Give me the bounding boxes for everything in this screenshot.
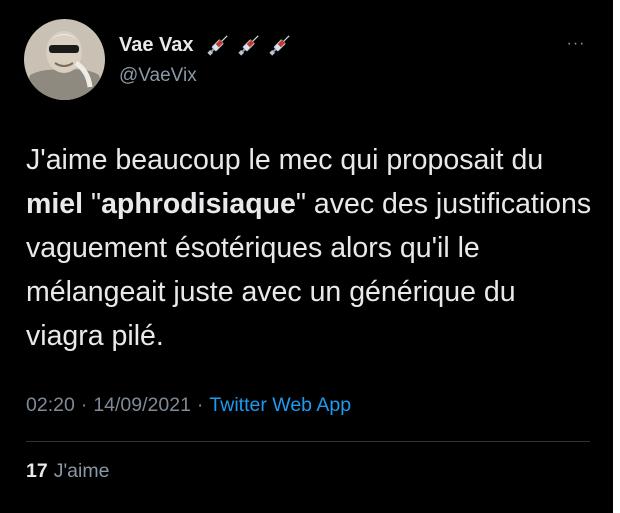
meta-separator: · bbox=[80, 394, 88, 416]
tweet-meta: 02:20 · 14/09/2021 · Twitter Web App bbox=[26, 394, 351, 417]
tweet-text-bold: aphrodisiaque bbox=[101, 188, 296, 220]
likes-stat[interactable]: 17 J'aime bbox=[26, 460, 109, 483]
syringe-icon bbox=[268, 35, 290, 56]
name-emoji-group bbox=[204, 32, 297, 58]
tweet-time[interactable]: 02:20 bbox=[26, 394, 75, 417]
likes-label: J'aime bbox=[53, 460, 110, 482]
meta-separator: · bbox=[196, 394, 204, 416]
tweet-text: J'aime beaucoup le mec qui proposait du … bbox=[26, 138, 596, 358]
author-name-row: Vae Vax bbox=[119, 32, 297, 58]
tweet-text-segment: J'aime beaucoup le mec qui proposait du bbox=[26, 144, 544, 176]
tweet-text-segment: " bbox=[83, 188, 102, 220]
syringe-icon bbox=[206, 35, 228, 56]
avatar-image bbox=[24, 19, 105, 100]
display-name[interactable]: Vae Vax bbox=[119, 34, 194, 57]
tweet-date[interactable]: 14/09/2021 bbox=[93, 394, 191, 417]
avatar[interactable] bbox=[24, 19, 105, 100]
likes-count: 17 bbox=[26, 460, 48, 482]
tweet-source-link[interactable]: Twitter Web App bbox=[209, 394, 351, 417]
more-options-button[interactable]: ··· bbox=[562, 35, 590, 52]
author-handle[interactable]: @VaeVix bbox=[119, 65, 197, 87]
tweet-card: Vae Vax @VaeVix ··· J'aime beaucoup le m… bbox=[0, 0, 613, 513]
divider bbox=[26, 441, 590, 442]
syringe-icon bbox=[237, 35, 259, 56]
tweet-text-bold: miel bbox=[26, 188, 84, 220]
